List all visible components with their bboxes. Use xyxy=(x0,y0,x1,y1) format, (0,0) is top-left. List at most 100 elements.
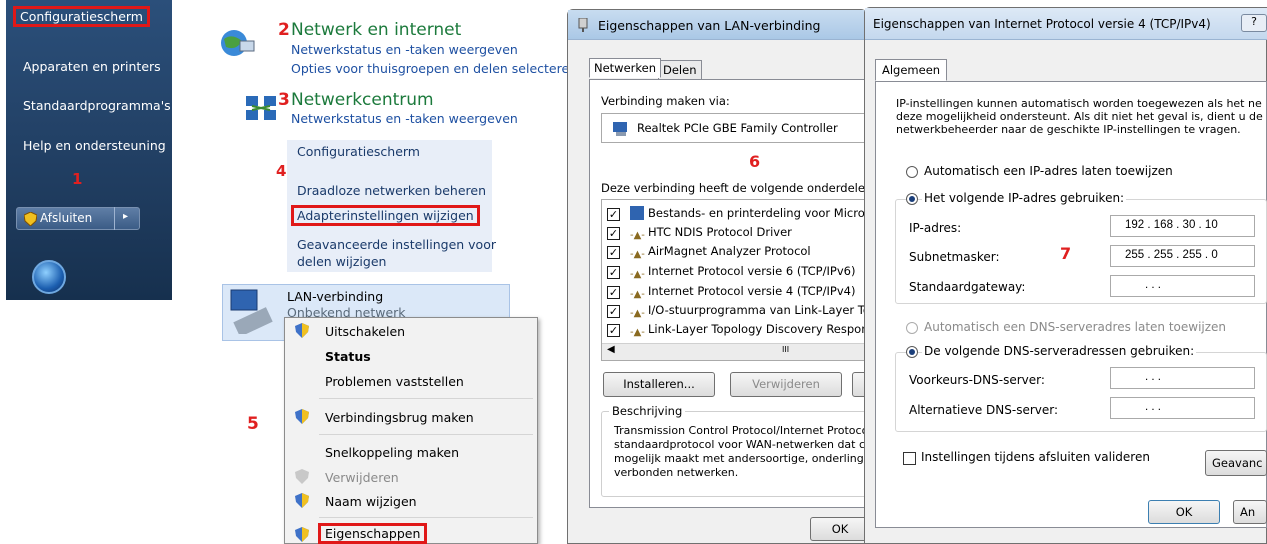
validate-label[interactable]: Instellingen tijdens afsluiten valideren xyxy=(921,450,1150,464)
ok-button[interactable]: OK xyxy=(810,517,870,541)
horizontal-scrollbar[interactable]: ◀ III xyxy=(602,343,866,360)
description-line: Transmission Control Protocol/Internet P… xyxy=(614,424,869,437)
tab-general[interactable]: Algemeen xyxy=(875,59,948,81)
network-center-icon xyxy=(244,94,278,122)
windows-orb-icon[interactable] xyxy=(32,260,66,294)
ip-address-input[interactable]: 192 . 168 . 30 . 10 xyxy=(1110,215,1255,237)
protocol-icon: -▲- xyxy=(630,308,645,319)
sidebar-item-advanced-sharing[interactable]: Geavanceerde instellingen voor xyxy=(297,237,496,252)
sidebar-item-wireless[interactable]: Draadloze netwerken beheren xyxy=(297,183,486,198)
menu-item-bridge[interactable]: Verbindingsbrug maken xyxy=(325,410,474,425)
menu-item-disable[interactable]: Uitschakelen xyxy=(325,324,405,339)
uac-shield-icon xyxy=(295,493,309,508)
network-internet-heading[interactable]: Netwerk en internet xyxy=(291,20,461,40)
intro-line: IP-instellingen kunnen automatisch worde… xyxy=(896,97,1262,110)
start-menu: Configuratiescherm Apparaten en printers… xyxy=(6,0,172,300)
validate-checkbox[interactable] xyxy=(903,452,916,465)
protocol-icon: -▲- xyxy=(630,269,645,280)
gateway-input[interactable]: . . . xyxy=(1110,275,1255,297)
printer-share-icon xyxy=(630,206,644,220)
description-label: Beschrijving xyxy=(609,404,686,418)
shutdown-button[interactable]: Afsluiten ▸ xyxy=(16,207,140,230)
component-checkbox[interactable]: ✓ xyxy=(607,227,620,240)
shield-icon xyxy=(24,212,37,226)
adapter-name: Realtek PCIe GBE Family Controller xyxy=(637,121,838,135)
subnet-mask-input[interactable]: 255 . 255 . 255 . 0 xyxy=(1110,245,1255,267)
component-checkbox[interactable]: ✓ xyxy=(607,246,620,259)
list-item[interactable]: Bestands- en printerdeling voor Microso xyxy=(648,206,878,220)
start-item-default-programs[interactable]: Standaardprogramma's xyxy=(23,98,171,113)
start-item-control-panel[interactable]: Configuratiescherm xyxy=(13,6,150,27)
step-4-label: 4 xyxy=(276,162,287,180)
sidebar-panel xyxy=(287,140,492,272)
context-menu: Uitschakelen Status Problemen vaststelle… xyxy=(284,317,538,544)
network-center-heading[interactable]: Netwerkcentrum xyxy=(291,90,434,110)
component-checkbox[interactable]: ✓ xyxy=(607,208,620,221)
manual-dns-label[interactable]: De volgende DNS-serveradressen gebruiken… xyxy=(922,344,1197,358)
remove-button: Verwijderen xyxy=(730,372,842,397)
advanced-button[interactable]: Geavanc xyxy=(1205,450,1267,476)
network-status-link[interactable]: Netwerkstatus en -taken weergeven xyxy=(291,42,518,57)
tab-sharing[interactable]: Delen xyxy=(658,60,702,80)
list-item[interactable]: I/O-stuurprogramma van Link-Layer Top xyxy=(648,303,877,317)
auto-dns-label: Automatisch een DNS-serveradres laten to… xyxy=(924,320,1227,334)
auto-ip-label[interactable]: Automatisch een IP-adres laten toewijzen xyxy=(924,164,1173,178)
preferred-dns-input[interactable]: . . . xyxy=(1110,367,1255,389)
component-checkbox[interactable]: ✓ xyxy=(607,324,620,337)
network-adapter-icon xyxy=(230,289,273,334)
auto-dns-radio xyxy=(906,322,918,334)
alternate-dns-input[interactable]: . . . xyxy=(1110,397,1255,419)
install-button[interactable]: Installeren... xyxy=(603,372,715,397)
description-line: verbonden netwerken. xyxy=(614,466,739,479)
chevron-right-icon[interactable]: ▸ xyxy=(123,211,128,222)
shutdown-label: Afsluiten xyxy=(40,211,93,225)
connect-via-label: Verbinding maken via: xyxy=(601,94,730,108)
uac-shield-icon xyxy=(295,323,309,338)
cancel-button[interactable]: An xyxy=(1233,500,1267,524)
network-center-status-link[interactable]: Netwerkstatus en -taken weergeven xyxy=(291,111,518,126)
description-line: mogelijk maakt met andersoortige, onderl… xyxy=(614,452,878,465)
component-checkbox[interactable]: ✓ xyxy=(607,305,620,318)
network-globe-icon xyxy=(220,25,256,61)
menu-item-rename[interactable]: Naam wijzigen xyxy=(325,494,417,509)
manual-ip-radio[interactable] xyxy=(906,193,918,205)
list-item[interactable]: Internet Protocol versie 6 (TCP/IPv6) xyxy=(648,264,855,278)
dialog-title: Eigenschappen van LAN-verbinding xyxy=(598,18,821,33)
list-item[interactable]: Link-Layer Topology Discovery Respon xyxy=(648,322,869,336)
menu-item-properties[interactable]: Eigenschappen xyxy=(317,523,428,544)
dns-group xyxy=(895,352,1267,432)
menu-item-shortcut[interactable]: Snelkoppeling maken xyxy=(325,445,459,460)
sidebar-item-control-panel[interactable]: Configuratiescherm xyxy=(297,144,420,159)
subnet-mask-label: Subnetmasker: xyxy=(909,250,1000,264)
ok-button[interactable]: OK xyxy=(1148,500,1220,524)
lan-name: LAN-verbinding xyxy=(287,289,384,304)
step-2-label: 2 xyxy=(278,20,290,40)
network-adapter-icon xyxy=(613,122,627,136)
manual-dns-radio[interactable] xyxy=(906,346,918,358)
menu-item-diagnose[interactable]: Problemen vaststellen xyxy=(325,374,464,389)
start-item-help[interactable]: Help en ondersteuning xyxy=(23,138,166,153)
intro-line: netwerkbeheerder naar de geschikte IP-in… xyxy=(896,123,1241,136)
uac-shield-icon xyxy=(295,409,309,424)
list-item[interactable]: AirMagnet Analyzer Protocol xyxy=(648,244,811,258)
intro-line: deze mogelijkheid ondersteunt. Als dit n… xyxy=(896,110,1263,123)
auto-ip-radio[interactable] xyxy=(906,166,918,178)
scroll-left-icon[interactable]: ◀ xyxy=(607,344,615,355)
tab-networking[interactable]: Netwerken xyxy=(589,58,662,78)
sidebar-item-advanced-sharing-2[interactable]: delen wijzigen xyxy=(297,254,386,269)
manual-ip-label[interactable]: Het volgende IP-adres gebruiken: xyxy=(922,191,1127,205)
help-button[interactable]: ? xyxy=(1241,14,1267,32)
network-plug-icon xyxy=(578,18,588,32)
start-item-devices[interactable]: Apparaten en printers xyxy=(23,59,161,74)
menu-item-status[interactable]: Status xyxy=(325,349,371,364)
scroll-thumb-grip[interactable]: III xyxy=(782,345,789,354)
protocol-icon: -▲- xyxy=(630,249,645,260)
component-checkbox[interactable]: ✓ xyxy=(607,266,620,279)
homegroup-options-link[interactable]: Opties voor thuisgroepen en delen select… xyxy=(291,61,577,76)
list-item[interactable]: Internet Protocol versie 4 (TCP/IPv4) xyxy=(648,284,855,298)
component-checkbox[interactable]: ✓ xyxy=(607,286,620,299)
menu-separator xyxy=(319,517,533,518)
sidebar-item-adapter-settings[interactable]: Adapterinstellingen wijzigen xyxy=(291,205,480,226)
list-item[interactable]: HTC NDIS Protocol Driver xyxy=(648,225,792,239)
step-1-label: 1 xyxy=(72,170,83,188)
